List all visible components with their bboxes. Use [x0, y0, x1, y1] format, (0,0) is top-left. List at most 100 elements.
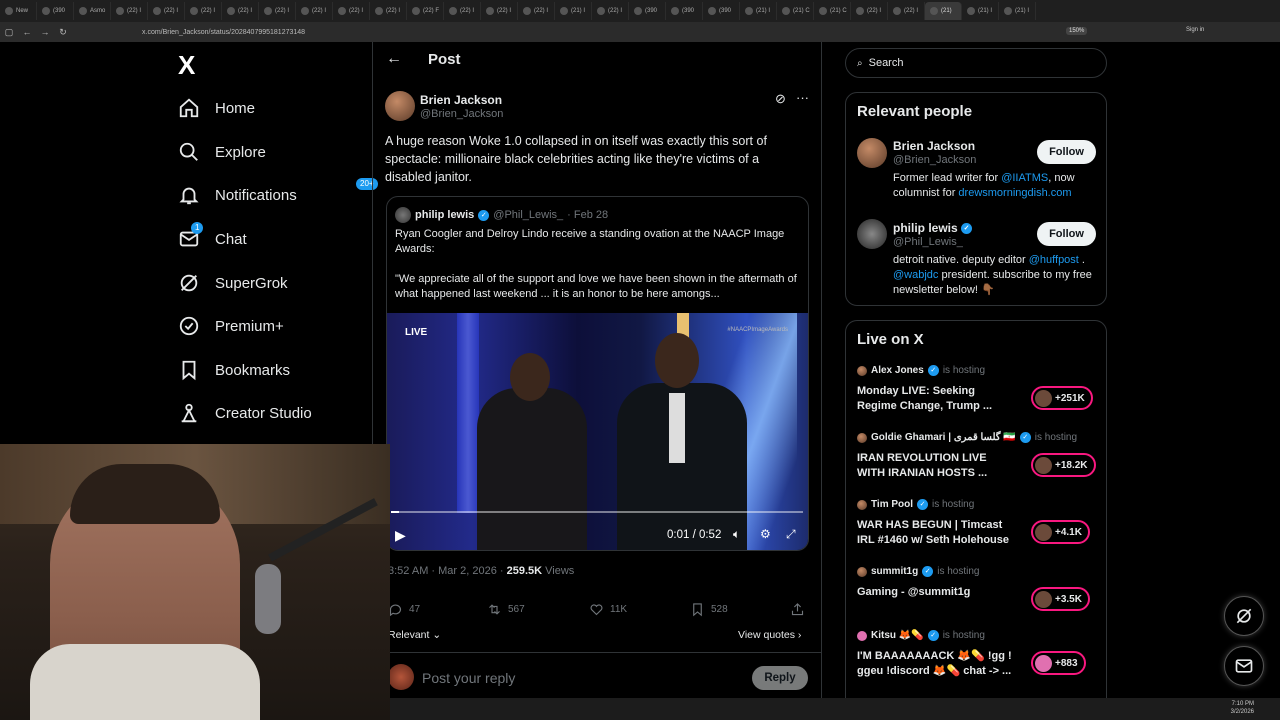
- grok-analyze-icon[interactable]: ⊘: [775, 91, 786, 107]
- browser-tab[interactable]: (390: [629, 2, 666, 20]
- more-options-icon[interactable]: ···: [796, 90, 809, 105]
- x-logo[interactable]: X: [178, 50, 195, 81]
- live-host-row[interactable]: Kitsu 🦊💊 ✓ is hosting: [857, 630, 985, 641]
- live-host-row[interactable]: Goldie Ghamari | گلسا قمری 🇮🇷 ✓ is hosti…: [857, 432, 1077, 443]
- person-avatar[interactable]: [857, 219, 887, 249]
- quoted-post[interactable]: philip lewis ✓ @Phil_Lewis_ · Feb 28 Rya…: [386, 196, 809, 551]
- reload-icon[interactable]: ↻: [54, 27, 72, 38]
- browser-tab[interactable]: (390: [666, 2, 703, 20]
- reply-sort-dropdown[interactable]: Relevant ⌄: [388, 629, 441, 641]
- bookmark-action[interactable]: 528: [690, 602, 728, 617]
- browser-tab[interactable]: (22) I: [481, 2, 518, 20]
- browser-tab[interactable]: New: [0, 2, 37, 20]
- author-avatar[interactable]: [385, 91, 415, 121]
- browser-tab[interactable]: (390: [703, 2, 740, 20]
- live-listener-count[interactable]: +3.5K: [1031, 587, 1090, 611]
- live-title[interactable]: Monday LIVE: Seeking Regime Change, Trum…: [857, 384, 1017, 414]
- grok-fab[interactable]: [1224, 596, 1264, 636]
- post-timestamp[interactable]: 3:52 AM · Mar 2, 2026 ·: [388, 565, 507, 577]
- browser-tab[interactable]: (22) I: [592, 2, 629, 20]
- bio-link[interactable]: @IIATMS: [1001, 172, 1048, 184]
- browser-tab[interactable]: (22) I: [851, 2, 888, 20]
- browser-tab[interactable]: Asmo: [74, 2, 111, 20]
- browser-signin-button[interactable]: Sign in: [1186, 27, 1204, 33]
- reply-input[interactable]: Post your reply: [422, 670, 515, 686]
- zoom-level[interactable]: 150%: [1066, 27, 1088, 35]
- browser-tab[interactable]: (22) I: [296, 2, 333, 20]
- browser-tab[interactable]: (22) I: [888, 2, 925, 20]
- browser-tab[interactable]: (22) I: [259, 2, 296, 20]
- browser-tab[interactable]: (21) I: [999, 2, 1036, 20]
- quoted-author-avatar[interactable]: [395, 207, 411, 223]
- like-action[interactable]: 11K: [589, 602, 627, 617]
- browser-tab[interactable]: (22) I: [111, 2, 148, 20]
- person-handle[interactable]: @Phil_Lewis_: [893, 236, 963, 248]
- bio-link[interactable]: drewsmorningdish.com: [958, 187, 1071, 199]
- share-action[interactable]: [790, 602, 805, 617]
- live-host-row[interactable]: summit1g ✓ is hosting: [857, 566, 979, 577]
- browser-tab[interactable]: (21): [925, 2, 962, 20]
- messages-fab[interactable]: [1224, 646, 1264, 686]
- sidebar-item-supergrok[interactable]: SuperGrok: [178, 268, 288, 298]
- search-input[interactable]: ⌕ Search: [845, 48, 1107, 78]
- quoted-author-name[interactable]: philip lewis: [415, 209, 474, 221]
- author-handle[interactable]: @Brien_Jackson: [420, 108, 503, 120]
- browser-tab[interactable]: (22) I: [148, 2, 185, 20]
- live-title[interactable]: I'M BAAAAAAACK 🦊💊 !gg ! ggeu !discord 🦊💊…: [857, 649, 1017, 679]
- live-host-row[interactable]: Tim Pool ✓ is hosting: [857, 499, 974, 510]
- person-name[interactable]: philip lewis ✓: [893, 221, 973, 235]
- reply-button[interactable]: Reply: [752, 666, 808, 690]
- sidebar-toggle-icon[interactable]: ▢: [0, 27, 18, 38]
- browser-tab[interactable]: (21) C: [814, 2, 851, 20]
- browser-tab[interactable]: (21) I: [962, 2, 999, 20]
- back-icon[interactable]: ←: [18, 27, 36, 37]
- follow-button[interactable]: Follow: [1037, 140, 1096, 164]
- follow-button[interactable]: Follow: [1037, 222, 1096, 246]
- live-title[interactable]: WAR HAS BEGUN | Timcast IRL #1460 w/ Set…: [857, 518, 1017, 548]
- sidebar-item-bookmarks[interactable]: Bookmarks: [178, 355, 290, 385]
- live-title[interactable]: Gaming - @summit1g: [857, 585, 1017, 600]
- sidebar-item-chat[interactable]: Chat 1: [178, 222, 247, 254]
- browser-tab[interactable]: (22) I: [333, 2, 370, 20]
- video-player[interactable]: LIVE #NAACPImageAwards ▶ 0:01 / 0:52 🔈︎ …: [387, 313, 808, 550]
- person-handle[interactable]: @Brien_Jackson: [893, 154, 976, 166]
- live-listener-count[interactable]: +251K: [1031, 386, 1093, 410]
- browser-tab[interactable]: (22) I: [222, 2, 259, 20]
- live-listener-count[interactable]: +4.1K: [1031, 520, 1090, 544]
- forward-icon[interactable]: →: [36, 27, 54, 37]
- sidebar-item-creator-studio[interactable]: Creator Studio: [178, 398, 312, 428]
- browser-tab[interactable]: (21) I: [555, 2, 592, 20]
- bio-link[interactable]: @huffpost: [1029, 254, 1079, 266]
- live-host-row[interactable]: Alex Jones ✓ is hosting: [857, 365, 985, 376]
- browser-tab[interactable]: (22) I: [185, 2, 222, 20]
- quoted-author-handle[interactable]: @Phil_Lewis_: [493, 209, 563, 221]
- sidebar-item-premium[interactable]: Premium+: [178, 311, 284, 341]
- live-title[interactable]: IRAN REVOLUTION LIVE WITH IRANIAN HOSTS …: [857, 451, 1017, 481]
- bio-link[interactable]: @wabjdc: [893, 269, 938, 281]
- sidebar-item-home[interactable]: Home: [178, 93, 255, 123]
- sidebar-item-explore[interactable]: Explore: [178, 137, 266, 167]
- url-field[interactable]: x.com/Brien_Jackson/status/2028407995181…: [142, 29, 305, 36]
- volume-icon[interactable]: 🔈︎: [733, 527, 740, 542]
- view-quotes-link[interactable]: View quotes ›: [738, 629, 801, 641]
- reply-action[interactable]: 47: [388, 602, 420, 617]
- browser-tab[interactable]: (22) I: [370, 2, 407, 20]
- video-progress-bar[interactable]: [391, 511, 803, 513]
- browser-tab[interactable]: (21) C: [777, 2, 814, 20]
- user-avatar[interactable]: [388, 664, 414, 690]
- browser-tab[interactable]: (21) I: [740, 2, 777, 20]
- live-listener-count[interactable]: +883: [1031, 651, 1086, 675]
- play-icon[interactable]: ▶: [395, 527, 406, 544]
- person-name[interactable]: Brien Jackson: [893, 139, 975, 153]
- author-name[interactable]: Brien Jackson: [420, 93, 502, 107]
- browser-tab[interactable]: (22) I: [444, 2, 481, 20]
- back-arrow-icon[interactable]: ←: [386, 50, 402, 68]
- settings-icon[interactable]: ⚙: [760, 527, 771, 541]
- repost-action[interactable]: 567: [487, 602, 525, 617]
- person-avatar[interactable]: [857, 138, 887, 168]
- sidebar-item-notifications[interactable]: Notifications 20+: [178, 178, 378, 210]
- browser-tab[interactable]: (22) F: [407, 2, 444, 20]
- browser-tab[interactable]: (390: [37, 2, 74, 20]
- live-listener-count[interactable]: +18.2K: [1031, 453, 1096, 477]
- fullscreen-icon[interactable]: ⤢: [786, 527, 796, 542]
